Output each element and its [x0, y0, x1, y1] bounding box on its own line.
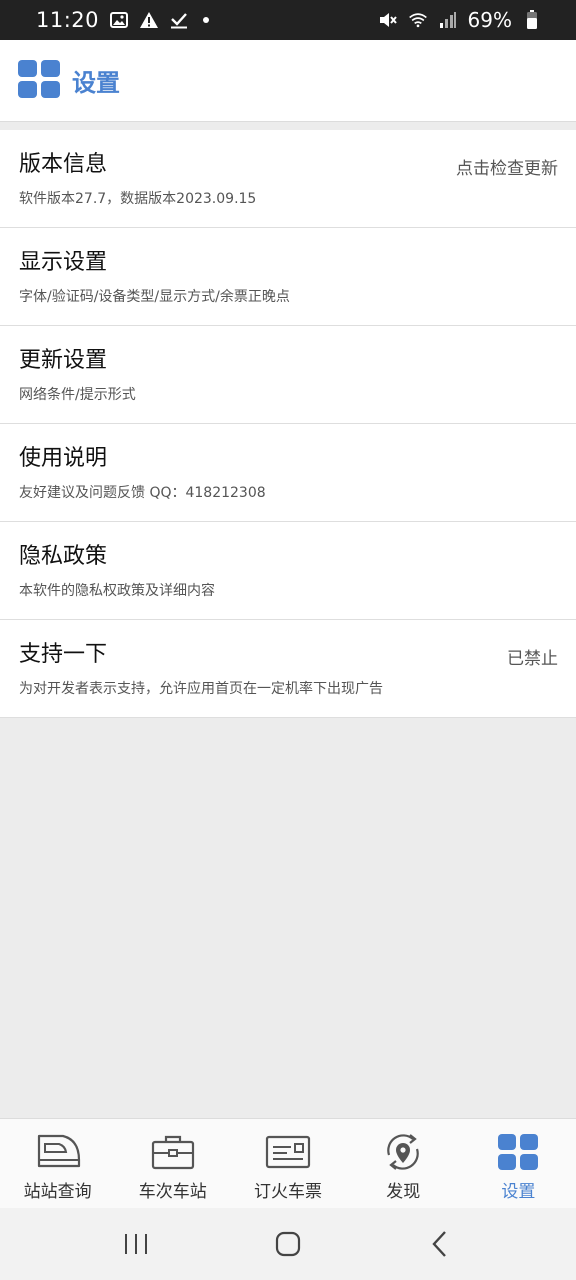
tab-label: 设置 [501, 1182, 536, 1202]
warning-icon [139, 10, 159, 30]
settings-list: 版本信息 软件版本27.7，数据版本2023.09.15 点击检查更新 显示设置… [0, 130, 576, 718]
tab-label: 订火车票 [254, 1182, 322, 1202]
settings-item-subtitle: 网络条件/提示形式 [19, 387, 136, 403]
settings-item-subtitle: 为对开发者表示支持，允许应用首页在一定机率下出现广告 [19, 681, 383, 697]
mute-icon [378, 10, 398, 30]
settings-item-title: 更新设置 [19, 348, 108, 373]
page-title: 设置 [72, 69, 120, 97]
battery-icon [522, 10, 542, 30]
settings-item-version[interactable]: 版本信息 软件版本27.7，数据版本2023.09.15 点击检查更新 [0, 130, 576, 228]
settings-item-title: 使用说明 [19, 446, 108, 471]
briefcase-icon [150, 1133, 196, 1171]
settings-item-title: 显示设置 [19, 250, 108, 275]
tab-discover[interactable]: 发现 [346, 1119, 461, 1208]
recents-icon[interactable] [106, 1219, 166, 1269]
status-bar-left: 11:20 [36, 8, 210, 32]
settings-item-subtitle: 字体/验证码/设备类型/显示方式/余票正晚点 [19, 289, 290, 305]
settings-item-title: 隐私政策 [19, 544, 108, 569]
ticket-icon [265, 1133, 311, 1171]
wifi-icon [408, 10, 428, 30]
train-icon [35, 1133, 81, 1171]
check-icon [169, 10, 189, 30]
settings-item-title: 支持一下 [19, 642, 108, 667]
location-refresh-icon [380, 1133, 426, 1171]
status-bar: 11:20 69% [0, 0, 576, 40]
settings-item-subtitle: 本软件的隐私权政策及详细内容 [19, 583, 215, 599]
tab-train-station[interactable]: 车次车站 [115, 1119, 230, 1208]
support-status: 已禁止 [507, 649, 558, 669]
image-icon [109, 10, 129, 30]
settings-item-update[interactable]: 更新设置 网络条件/提示形式 [0, 326, 576, 424]
tab-settings[interactable]: 设置 [461, 1119, 576, 1208]
system-nav-bar [0, 1208, 576, 1280]
bottom-tab-bar: 站站查询 车次车站 订火车票 发现 设置 [0, 1118, 576, 1208]
home-icon[interactable] [258, 1219, 318, 1269]
settings-item-subtitle: 友好建议及问题反馈 QQ：418212308 [19, 485, 266, 501]
tab-label: 发现 [386, 1182, 421, 1202]
settings-item-display[interactable]: 显示设置 字体/验证码/设备类型/显示方式/余票正晚点 [0, 228, 576, 326]
check-update-link[interactable]: 点击检查更新 [456, 154, 558, 179]
settings-item-instructions[interactable]: 使用说明 友好建议及问题反馈 QQ：418212308 [0, 424, 576, 522]
settings-item-privacy[interactable]: 隐私政策 本软件的隐私权政策及详细内容 [0, 522, 576, 620]
grid-icon [495, 1133, 541, 1171]
back-icon[interactable] [410, 1219, 470, 1269]
tab-station-query[interactable]: 站站查询 [0, 1119, 115, 1208]
battery-percent: 69% [467, 8, 512, 32]
status-time: 11:20 [36, 8, 100, 32]
tab-label: 车次车站 [138, 1182, 207, 1202]
dot-icon [203, 17, 210, 23]
signal-icon [438, 10, 458, 30]
settings-item-support[interactable]: 支持一下 为对开发者表示支持，允许应用首页在一定机率下出现广告 已禁止 [0, 620, 576, 718]
status-bar-right: 69% [378, 8, 542, 32]
tab-book-ticket[interactable]: 订火车票 [230, 1119, 345, 1208]
app-bar: 设置 [0, 40, 576, 122]
tab-label: 站站查询 [23, 1182, 92, 1202]
grid-icon [18, 59, 60, 102]
settings-item-subtitle: 软件版本27.7，数据版本2023.09.15 [19, 191, 257, 207]
